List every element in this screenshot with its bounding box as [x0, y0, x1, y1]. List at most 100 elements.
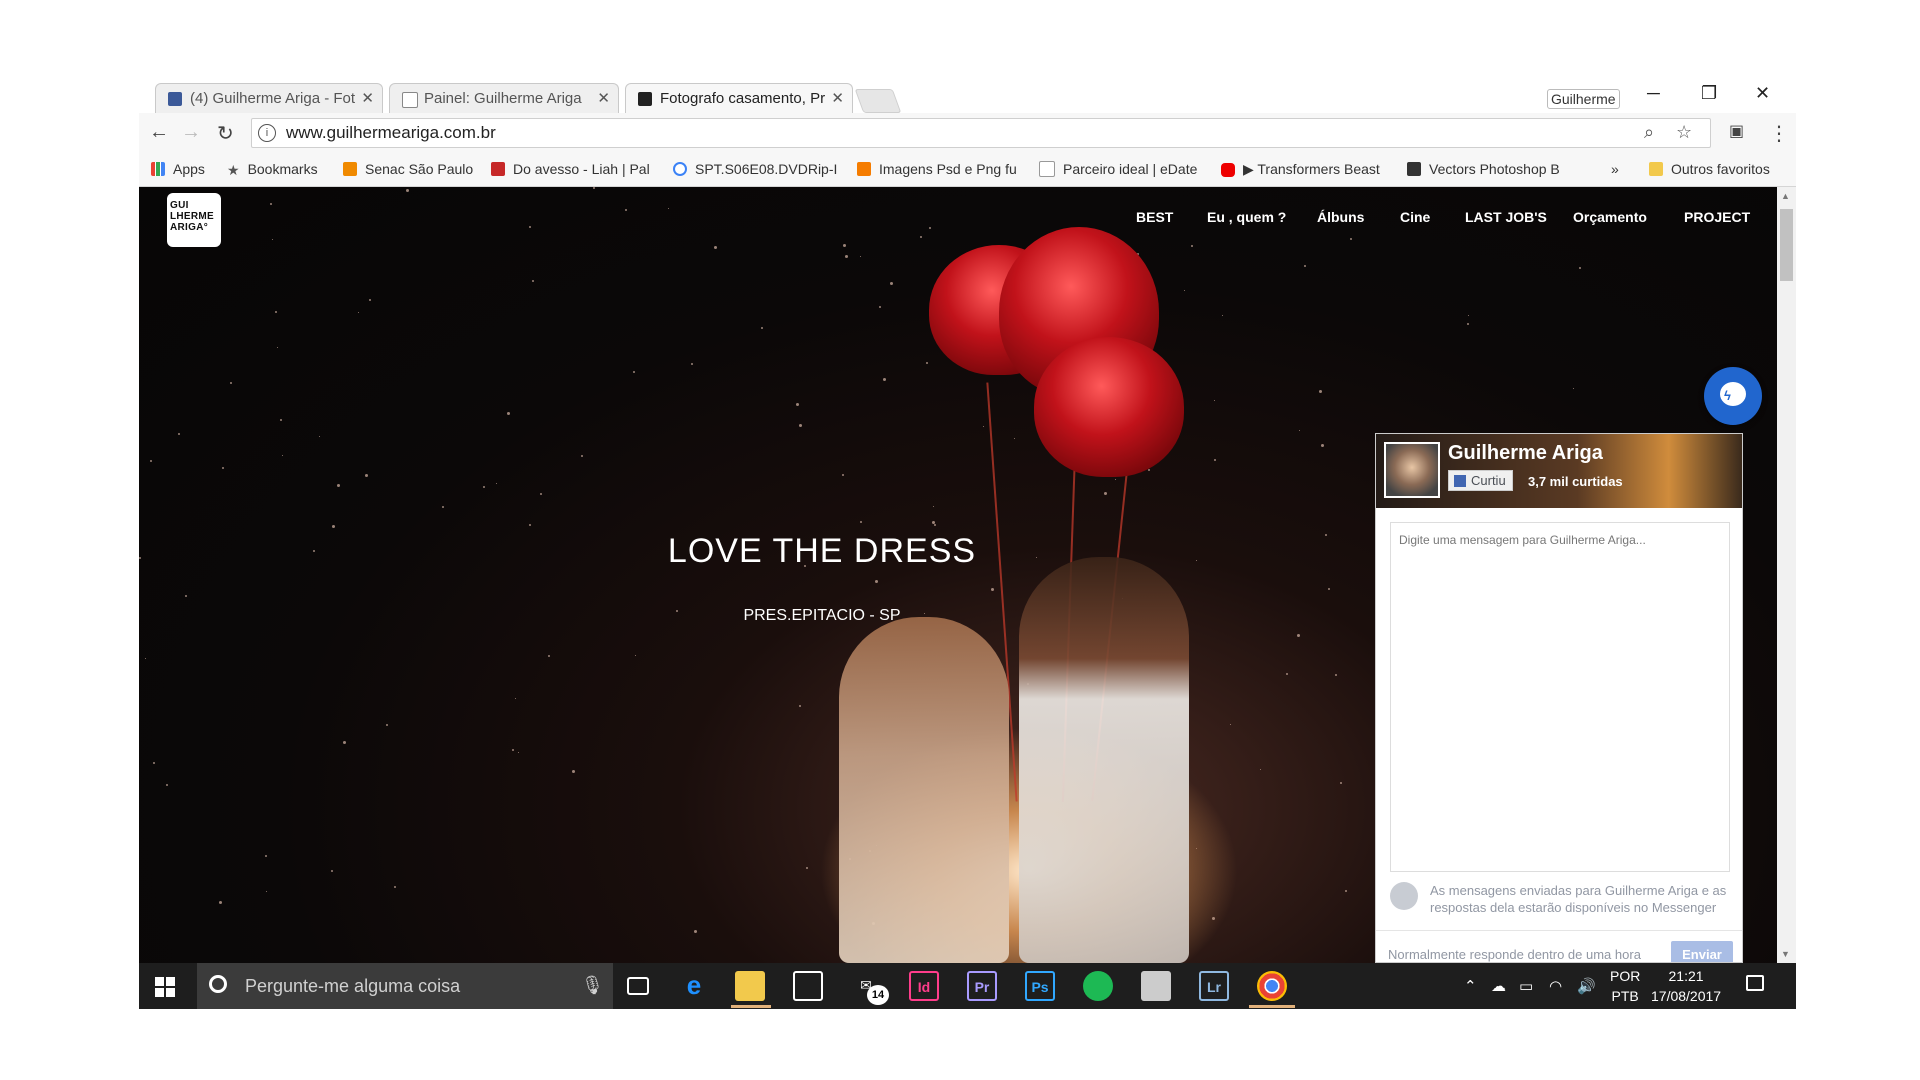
nav-best[interactable]: BEST	[1136, 209, 1173, 225]
scroll-up-icon[interactable]: ▲	[1781, 191, 1790, 201]
bookmark-bookmarks[interactable]: ★ Bookmarks	[227, 161, 318, 177]
action-center-icon[interactable]	[1746, 975, 1764, 991]
clock[interactable]: 21:21 17/08/2017	[1651, 966, 1721, 1006]
minimize-icon[interactable]: ─	[1647, 83, 1660, 104]
star-dot	[529, 524, 531, 526]
star-dot	[1579, 267, 1581, 269]
back-icon[interactable]: ←	[149, 121, 169, 144]
star-dot	[1319, 390, 1322, 393]
tab-facebook[interactable]: (4) Guilherme Ariga - Fot ✕	[155, 83, 383, 113]
bookmark-spt[interactable]: SPT.S06E08.DVDRip-I	[673, 161, 841, 177]
like-button[interactable]: Curtiu	[1448, 470, 1513, 491]
star-dot	[337, 484, 340, 487]
avatar[interactable]	[1384, 442, 1440, 498]
star-dot	[343, 741, 346, 744]
reload-icon[interactable]: ↻	[217, 121, 234, 146]
tab-fotografo[interactable]: Fotografo casamento, Pr ✕	[625, 83, 853, 113]
nav-albuns[interactable]: Álbuns	[1317, 209, 1364, 225]
senac-icon	[343, 162, 357, 176]
menu-icon[interactable]: ⋮	[1769, 121, 1789, 146]
star-dot	[442, 506, 444, 508]
star-dot	[319, 436, 320, 437]
forward-icon[interactable]: →	[181, 121, 201, 144]
nav-eu-quem[interactable]: Eu , quem ?	[1207, 209, 1286, 225]
send-button[interactable]: Enviar	[1671, 941, 1733, 962]
nav-last-jobs[interactable]: LAST JOB'S	[1465, 209, 1547, 225]
star-dot	[668, 208, 669, 209]
restore-icon[interactable]: ❐	[1701, 83, 1717, 104]
star-dot	[1104, 492, 1107, 495]
star-icon[interactable]: ☆	[1676, 122, 1692, 143]
star-dot	[270, 203, 272, 205]
onedrive-icon[interactable]: ☁	[1491, 977, 1506, 995]
page-scrollbar[interactable]: ▲ ▼	[1777, 187, 1796, 963]
bookmark-senac[interactable]: Senac São Paulo	[343, 161, 473, 177]
address-bar[interactable]: i www.guilhermeariga.com.br ⌕ ☆	[251, 118, 1711, 148]
bookmark-imagens[interactable]: Imagens Psd e Png fu	[857, 161, 1023, 177]
camera-app-icon[interactable]	[1141, 971, 1171, 1001]
star-dot	[265, 855, 267, 857]
nav-project[interactable]: PROJECT	[1684, 209, 1750, 225]
page-name[interactable]: Guilherme Ariga	[1448, 442, 1603, 465]
task-view-icon[interactable]	[627, 977, 649, 995]
chrome-icon[interactable]	[1257, 971, 1287, 1001]
bookmark-transformers[interactable]: ▶ Transformers Beast	[1221, 161, 1391, 178]
tab-label: Fotografo casamento, Pr	[660, 90, 826, 107]
tab-strip: (4) Guilherme Ariga - Fot ✕ Painel: Guil…	[139, 79, 1796, 113]
bookmark-apps[interactable]: Apps	[151, 161, 205, 177]
scroll-down-icon[interactable]: ▼	[1781, 949, 1790, 959]
tab-painel[interactable]: Painel: Guilherme Ariga ✕	[389, 83, 619, 113]
cortana-icon	[209, 975, 227, 993]
likes-count: 3,7 mil curtidas	[1528, 474, 1623, 489]
youtube-icon	[1221, 162, 1235, 177]
wifi-icon[interactable]: ◠	[1549, 977, 1562, 995]
bookmarks-overflow-button[interactable]: »	[1611, 161, 1619, 177]
star-dot	[1299, 430, 1300, 431]
messenger-button[interactable]: ϟ	[1704, 367, 1762, 425]
bookmark-do-avesso[interactable]: Do avesso - Liah | Pal	[491, 161, 651, 177]
windows-taskbar: Pergunte-me alguma coisa 🎙 e ✉ 14 Id Pr …	[139, 963, 1796, 1009]
lightroom-icon[interactable]: Lr	[1199, 971, 1229, 1001]
microphone-icon[interactable]: 🎙	[581, 975, 604, 996]
bookmark-vectors[interactable]: Vectors Photoshop B	[1407, 161, 1573, 177]
language-indicator[interactable]: POR PTB	[1610, 966, 1640, 1006]
message-input[interactable]: Digite uma mensagem para Guilherme Ariga…	[1390, 522, 1730, 872]
premiere-icon[interactable]: Pr	[967, 971, 997, 1001]
torrent-icon	[673, 162, 687, 176]
star-dot	[845, 255, 848, 258]
active-indicator	[1249, 1005, 1295, 1008]
zoom-icon[interactable]: ⌕	[1644, 122, 1654, 143]
nav-orcamento[interactable]: Orçamento	[1573, 209, 1647, 225]
close-tab-icon[interactable]: ✕	[597, 89, 610, 107]
start-button[interactable]	[155, 977, 175, 997]
close-tab-icon[interactable]: ✕	[831, 89, 844, 107]
store-icon[interactable]	[793, 971, 823, 1001]
star-dot	[890, 282, 893, 285]
bookmark-parceiro[interactable]: Parceiro ideal | eDate	[1039, 161, 1205, 177]
star-dot	[799, 424, 802, 427]
volume-icon[interactable]: 🔊	[1577, 977, 1596, 995]
new-tab-button[interactable]	[854, 89, 902, 113]
other-bookmarks[interactable]: Outros favoritos	[1649, 161, 1770, 177]
close-window-icon[interactable]: ✕	[1755, 83, 1770, 104]
nav-cine[interactable]: Cine	[1400, 209, 1430, 225]
battery-icon[interactable]: ▭	[1519, 977, 1533, 995]
star-dot	[394, 886, 396, 888]
photoshop-icon[interactable]: Ps	[1025, 971, 1055, 1001]
info-icon[interactable]: i	[258, 124, 276, 142]
profile-button[interactable]: Guilherme	[1547, 89, 1620, 109]
site-logo[interactable]: GUI LHERME ARIGA°	[167, 193, 221, 247]
edge-icon[interactable]: e	[679, 971, 709, 1001]
lyrics-site-icon	[491, 162, 505, 176]
extension-icon[interactable]: ▣	[1729, 121, 1744, 141]
star-dot	[635, 655, 636, 656]
star-dot	[230, 382, 232, 384]
star-icon: ★	[227, 162, 240, 177]
cortana-search[interactable]: Pergunte-me alguma coisa 🎙	[197, 963, 613, 1009]
scroll-thumb[interactable]	[1780, 209, 1793, 281]
spotify-icon[interactable]	[1083, 971, 1113, 1001]
close-tab-icon[interactable]: ✕	[361, 89, 374, 107]
indesign-icon[interactable]: Id	[909, 971, 939, 1001]
file-explorer-icon[interactable]	[735, 971, 765, 1001]
show-hidden-icons[interactable]: ⌃	[1464, 977, 1477, 995]
